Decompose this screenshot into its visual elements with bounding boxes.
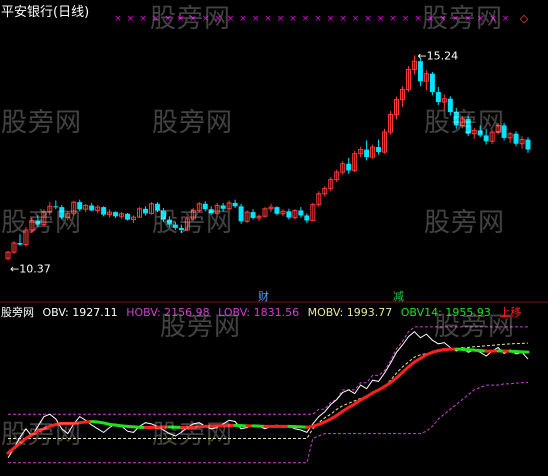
indicator-panel — [6, 326, 530, 464]
legend-lobv: LOBV: 1831.56 — [218, 306, 300, 319]
candle-body — [346, 163, 352, 171]
candle-body — [125, 213, 131, 220]
signal-marker: × — [402, 14, 410, 24]
watermark: 股旁网 — [424, 108, 506, 138]
high-price-label: ←15.24 — [417, 49, 458, 62]
candle-body — [525, 139, 531, 150]
candle-body — [232, 202, 238, 207]
signal-marker: × — [289, 14, 297, 24]
candle-body — [417, 61, 423, 82]
signal-marker: × — [264, 14, 272, 24]
candle-body — [364, 149, 370, 158]
legend-obv: OBV: 1927.11 — [42, 306, 118, 319]
watermark: 股旁网 — [152, 420, 234, 450]
candle-body — [250, 212, 256, 218]
legend-hobv: HOBV: 2156.98 — [126, 306, 210, 319]
candle-body — [513, 133, 519, 144]
candle-body — [101, 207, 107, 215]
signal-marker: × — [352, 14, 360, 24]
series-mobv — [8, 342, 529, 439]
candle-body — [89, 205, 95, 211]
legend-extra: 上移 — [499, 306, 522, 319]
watermark: 股旁网 — [1, 420, 83, 450]
candle-body — [238, 206, 244, 222]
candle-body — [298, 210, 304, 216]
candle-body — [274, 207, 280, 214]
candle-body — [429, 73, 435, 93]
signal-marker: × — [302, 14, 310, 24]
candle-body — [304, 215, 310, 221]
signal-marker: × — [127, 14, 135, 24]
signal-marker: × — [239, 14, 247, 24]
candle-body — [113, 212, 119, 217]
candle-body — [142, 208, 148, 214]
watermark: 股旁网 — [422, 4, 504, 34]
signal-marker: × — [339, 14, 347, 24]
watermark: 股旁网 — [1, 108, 83, 138]
signal-marker: × — [389, 14, 397, 24]
event-badge-jian[interactable]: 减 — [392, 288, 405, 304]
signal-marker: × — [252, 14, 260, 24]
low-price-label: ←10.37 — [10, 262, 51, 275]
watermark: 股旁网 — [1, 208, 83, 238]
signal-marker: × — [139, 14, 147, 24]
chart-title: 平安银行(日线) — [1, 5, 90, 20]
candle-body — [376, 147, 382, 153]
watermark: 股旁网 — [424, 208, 506, 238]
watermark: 股旁网 — [152, 208, 234, 238]
indicator-name: 股旁网 — [1, 306, 34, 319]
candle-body — [17, 242, 23, 245]
signal-marker: × — [364, 14, 372, 24]
diamond-marker: ◇ — [520, 12, 529, 25]
legend-mobv: MOBV: 1993.77 — [307, 306, 393, 319]
candle-body — [435, 92, 441, 103]
signal-marker: × — [327, 14, 335, 24]
signal-marker: × — [314, 14, 322, 24]
event-badge-cai[interactable]: 财 — [257, 288, 270, 304]
watermark: 股旁网 — [152, 108, 234, 138]
indicator-legend: 股旁网 OBV: 1927.11 HOBV: 2156.98 LOBV: 183… — [1, 304, 526, 320]
signal-marker: × — [377, 14, 385, 24]
signal-marker: × — [277, 14, 285, 24]
candle-body — [286, 211, 292, 218]
signal-marker: × — [114, 14, 122, 24]
signal-marker: × — [414, 14, 422, 24]
legend-obv14: OBV14: 1955.93 — [400, 306, 491, 319]
watermark: 股旁网 — [150, 4, 232, 34]
